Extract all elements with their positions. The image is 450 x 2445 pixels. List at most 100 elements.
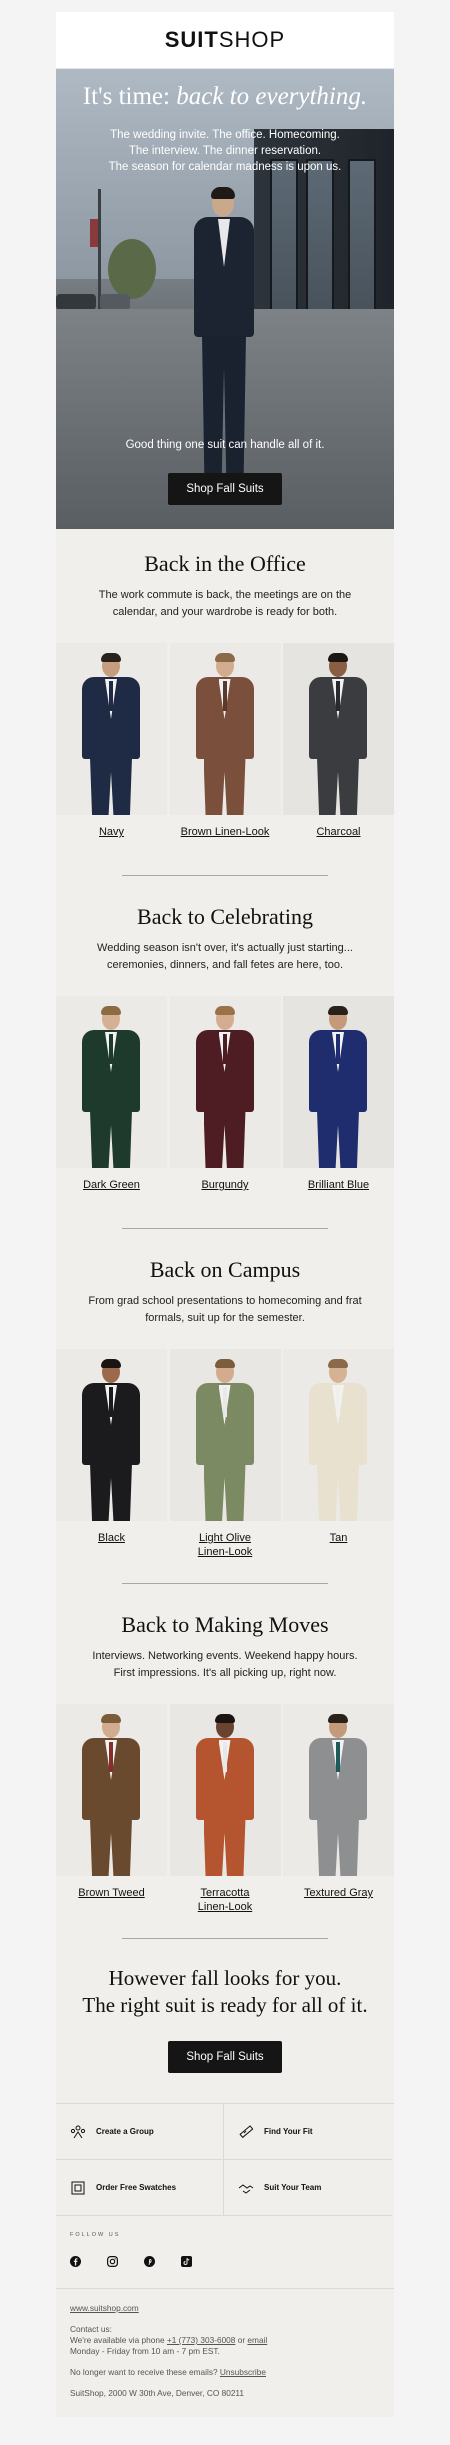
model-figure: [72, 1006, 151, 1168]
section-celebrating: Back to Celebrating Wedding season isn't…: [56, 876, 394, 1229]
product-card[interactable]: Brown Tweed: [56, 1704, 167, 1914]
product-card[interactable]: Brilliant Blue: [283, 996, 394, 1192]
instagram-icon[interactable]: [107, 2256, 118, 2267]
product-link[interactable]: Brown Linen-Look: [170, 825, 281, 839]
section-body: From grad school presentations to homeco…: [88, 1295, 362, 1324]
swatch-icon: [71, 2181, 85, 2194]
contact-line: We're available via phone +1 (773) 303-6…: [70, 2335, 268, 2345]
product-link[interactable]: Brown Tweed: [56, 1886, 167, 1900]
tiktok-icon[interactable]: [181, 2256, 192, 2267]
model-figure: [72, 1359, 151, 1521]
facebook-icon[interactable]: [70, 2256, 81, 2267]
order-swatches-link[interactable]: Order Free Swatches: [56, 2160, 224, 2216]
shop-fall-suits-button[interactable]: Shop Fall Suits: [168, 2041, 282, 2073]
section-title: Back in the Office: [144, 551, 306, 576]
email-container: SUITSHOP It's time: back to everything. …: [56, 12, 394, 2417]
product-link[interactable]: Textured Gray: [283, 1886, 394, 1900]
product-card[interactable]: Navy: [56, 643, 167, 839]
product-image[interactable]: [56, 1704, 167, 1876]
section-body: The work commute is back, the meetings a…: [98, 589, 352, 618]
product-image[interactable]: [169, 1349, 281, 1521]
site-link[interactable]: www.suitshop.com: [70, 2303, 139, 2313]
product-link[interactable]: Dark Green: [56, 1178, 167, 1192]
hero-banner[interactable]: It's time: back to everything. The weddi…: [56, 69, 394, 529]
product-card[interactable]: Burgundy: [169, 996, 281, 1192]
product-link[interactable]: Terracotta Linen-Look: [170, 1886, 281, 1914]
social-icons: [70, 2256, 218, 2267]
model-figure: [186, 1006, 265, 1168]
phone-link[interactable]: +1 (773) 303-6008: [167, 2335, 236, 2345]
section-making-moves: Back to Making Moves Interviews. Network…: [56, 1584, 394, 1939]
find-your-fit-link[interactable]: Find Your Fit: [224, 2104, 392, 2160]
product-link[interactable]: Burgundy: [170, 1178, 281, 1192]
hours-line: Monday - Friday from 10 am - 7 pm EST.: [70, 2346, 220, 2356]
section-body: Wedding season isn't over, it's actually…: [97, 942, 353, 971]
model-figure: [299, 1359, 378, 1521]
product-image[interactable]: [56, 1349, 167, 1521]
product-card[interactable]: Black: [56, 1349, 167, 1559]
product-link[interactable]: Charcoal: [283, 825, 394, 839]
product-card[interactable]: Terracotta Linen-Look: [169, 1704, 281, 1914]
product-image[interactable]: [283, 1349, 394, 1521]
hero-car: [100, 294, 130, 310]
product-image[interactable]: [169, 1704, 281, 1876]
product-image[interactable]: [283, 996, 394, 1168]
product-image[interactable]: [56, 996, 167, 1168]
shop-fall-suits-button[interactable]: Shop Fall Suits: [168, 473, 282, 505]
product-image[interactable]: [169, 643, 281, 815]
product-card[interactable]: Tan: [283, 1349, 394, 1559]
section-campus: Back on Campus From grad school presenta…: [56, 1229, 394, 1584]
model-figure: [299, 653, 378, 815]
email-link[interactable]: email: [247, 2335, 267, 2345]
model-figure: [186, 1359, 265, 1521]
model-figure: [72, 653, 151, 815]
service-links: Create a Group Find Your Fit Order Free …: [56, 2103, 394, 2216]
hero-car: [56, 294, 96, 310]
section-title: Back to Celebrating: [137, 904, 313, 929]
product-image[interactable]: [169, 996, 281, 1168]
product-image[interactable]: [56, 643, 167, 815]
product-card[interactable]: Dark Green: [56, 996, 167, 1192]
group-icon: [70, 2125, 86, 2138]
email-header: SUITSHOP: [56, 12, 394, 69]
hero-street-banner: [90, 219, 98, 247]
product-image[interactable]: [283, 1704, 394, 1876]
pinterest-icon[interactable]: [144, 2256, 155, 2267]
unsubscribe-line: No longer want to receive these emails? …: [70, 2367, 267, 2377]
hero-tree: [108, 239, 156, 299]
product-card[interactable]: Charcoal: [283, 643, 394, 839]
product-link[interactable]: Light Olive Linen-Look: [170, 1531, 281, 1559]
product-row: Navy Brown Linen-Look Charcoal: [56, 643, 394, 839]
section-body: Interviews. Networking events. Weekend h…: [92, 1650, 358, 1679]
closing-block: However fall looks for you. The right su…: [56, 1939, 394, 2103]
suitshop-logo[interactable]: SUITSHOP: [165, 27, 285, 53]
model-figure: [299, 1006, 378, 1168]
hero-title: It's time: back to everything.: [82, 83, 368, 110]
product-link[interactable]: Navy: [56, 825, 167, 839]
product-card[interactable]: Brown Linen-Look: [169, 643, 281, 839]
product-link[interactable]: Brilliant Blue: [283, 1178, 394, 1192]
suit-your-team-link[interactable]: Suit Your Team: [224, 2160, 392, 2216]
product-row: Brown Tweed Terracotta Linen-Look Textur…: [56, 1704, 394, 1914]
hero-model: [184, 187, 264, 499]
section-title: Back to Making Moves: [121, 1612, 329, 1637]
create-group-link[interactable]: Create a Group: [56, 2104, 224, 2160]
model-figure: [186, 1714, 265, 1876]
follow-us-label: FOLLOW US: [70, 2232, 121, 2238]
company-address: SuitShop, 2000 W 30th Ave, Denver, CO 80…: [70, 2388, 245, 2398]
product-card[interactable]: Light Olive Linen-Look: [169, 1349, 281, 1559]
closing-line-2: The right suit is ready for all of it.: [82, 1993, 368, 2017]
product-image[interactable]: [283, 643, 394, 815]
closing-line-1: However fall looks for you.: [108, 1966, 342, 1990]
product-link[interactable]: Tan: [283, 1531, 394, 1545]
product-row: Black Light Olive Linen-Look Tan: [56, 1349, 394, 1559]
hero-tagline: Good thing one suit can handle all of it…: [125, 439, 325, 451]
follow-us: FOLLOW US: [56, 2216, 394, 2289]
product-row: Dark Green Burgundy Brilliant Blue: [56, 996, 394, 1192]
product-card[interactable]: Textured Gray: [283, 1704, 394, 1914]
product-link[interactable]: Black: [56, 1531, 167, 1545]
hero-subtitle: The wedding invite. The office. Homecomi…: [108, 129, 342, 173]
unsubscribe-link[interactable]: Unsubscribe: [220, 2367, 266, 2377]
section-office: Back in the Office The work commute is b…: [56, 529, 394, 876]
handshake-icon: [238, 2183, 254, 2194]
